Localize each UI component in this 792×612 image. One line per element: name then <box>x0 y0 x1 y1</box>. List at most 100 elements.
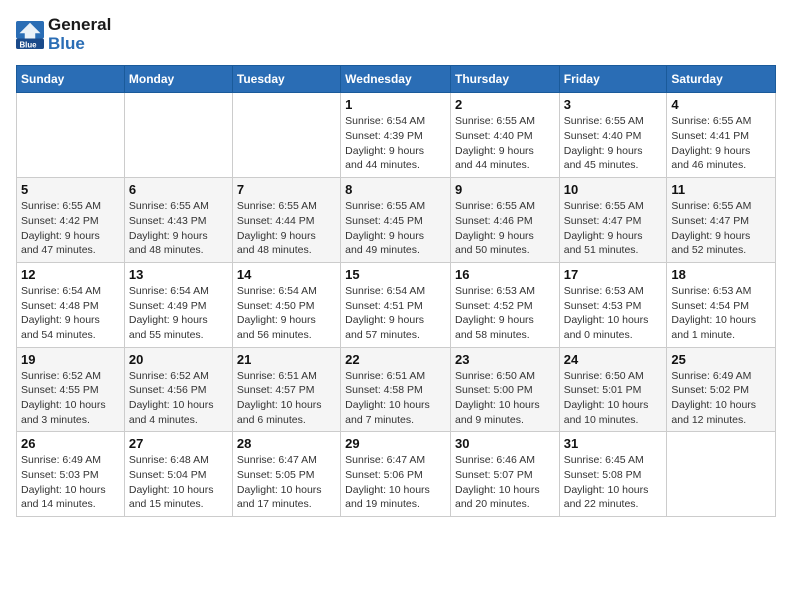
day-number: 12 <box>21 267 120 282</box>
calendar-cell: 16Sunrise: 6:53 AM Sunset: 4:52 PM Dayli… <box>450 262 559 347</box>
header-sunday: Sunday <box>17 66 125 93</box>
day-info: Sunrise: 6:55 AM Sunset: 4:46 PM Dayligh… <box>455 199 555 258</box>
day-number: 14 <box>237 267 336 282</box>
calendar-week-4: 19 Sunrise: 6:52 AM Sunset: 4:55 PM Dayli… <box>17 347 776 432</box>
day-number: 27 <box>129 436 228 451</box>
day-info: Sunrise: 6:55 AM Sunset: 4:40 PM Dayligh… <box>564 114 663 173</box>
day-info: Sunrise: 6:54 AM Sunset: 4:51 PM Dayligh… <box>345 284 446 343</box>
calendar-week-2: 5 Sunrise: 6:55 AM Sunset: 4:42 PM Daylig… <box>17 178 776 263</box>
logo-general: General <box>48 16 111 35</box>
calendar-cell: 31Sunrise: 6:45 AM Sunset: 5:08 PM Dayli… <box>559 432 667 517</box>
calendar-week-5: 26 Sunrise: 6:49 AM Sunset: 5:03 PM Dayli… <box>17 432 776 517</box>
calendar-cell <box>124 93 232 178</box>
day-info: Sunrise: 6:55 AM Sunset: 4:47 PM Dayligh… <box>671 199 771 258</box>
day-number: 30 <box>455 436 555 451</box>
svg-text:Blue: Blue <box>20 40 38 49</box>
day-number: 18 <box>671 267 771 282</box>
day-number: 8 <box>345 182 446 197</box>
day-info: Sunrise: 6:55 AM Sunset: 4:45 PM Dayligh… <box>345 199 446 258</box>
day-info: Sunrise: 6:53 AM Sunset: 4:53 PM Dayligh… <box>564 284 663 343</box>
header-saturday: Saturday <box>667 66 776 93</box>
calendar-cell: 5 Sunrise: 6:55 AM Sunset: 4:42 PM Daylig… <box>17 178 125 263</box>
calendar-cell: 21 Sunrise: 6:51 AM Sunset: 4:57 PM Dayli… <box>232 347 340 432</box>
day-number: 25 <box>671 352 771 367</box>
calendar-cell <box>17 93 125 178</box>
day-number: 11 <box>671 182 771 197</box>
day-number: 17 <box>564 267 663 282</box>
header-thursday: Thursday <box>450 66 559 93</box>
calendar-week-3: 12 Sunrise: 6:54 AM Sunset: 4:48 PM Dayli… <box>17 262 776 347</box>
day-info: Sunrise: 6:46 AM Sunset: 5:07 PM Dayligh… <box>455 453 555 512</box>
calendar-cell: 18 Sunrise: 6:53 AM Sunset: 4:54 PM Dayli… <box>667 262 776 347</box>
header-wednesday: Wednesday <box>341 66 451 93</box>
day-info: Sunrise: 6:52 AM Sunset: 4:55 PM Dayligh… <box>21 369 120 428</box>
calendar-cell: 1 Sunrise: 6:54 AM Sunset: 4:39 PM Daylig… <box>341 93 451 178</box>
calendar-cell: 15 Sunrise: 6:54 AM Sunset: 4:51 PM Dayli… <box>341 262 451 347</box>
day-info: Sunrise: 6:55 AM Sunset: 4:44 PM Dayligh… <box>237 199 336 258</box>
day-info: Sunrise: 6:54 AM Sunset: 4:50 PM Dayligh… <box>237 284 336 343</box>
day-number: 13 <box>129 267 228 282</box>
day-number: 16 <box>455 267 555 282</box>
day-number: 22 <box>345 352 446 367</box>
calendar-cell: 20 Sunrise: 6:52 AM Sunset: 4:56 PM Dayli… <box>124 347 232 432</box>
calendar-cell: 19 Sunrise: 6:52 AM Sunset: 4:55 PM Dayli… <box>17 347 125 432</box>
day-number: 28 <box>237 436 336 451</box>
calendar-cell: 13Sunrise: 6:54 AM Sunset: 4:49 PM Dayli… <box>124 262 232 347</box>
day-info: Sunrise: 6:54 AM Sunset: 4:39 PM Dayligh… <box>345 114 446 173</box>
calendar-cell: 22Sunrise: 6:51 AM Sunset: 4:58 PM Dayli… <box>341 347 451 432</box>
calendar-week-1: 1 Sunrise: 6:54 AM Sunset: 4:39 PM Daylig… <box>17 93 776 178</box>
calendar-cell: 23 Sunrise: 6:50 AM Sunset: 5:00 PM Dayli… <box>450 347 559 432</box>
logo: Blue General Blue <box>16 16 111 53</box>
day-number: 6 <box>129 182 228 197</box>
day-info: Sunrise: 6:55 AM Sunset: 4:43 PM Dayligh… <box>129 199 228 258</box>
day-number: 15 <box>345 267 446 282</box>
day-number: 24 <box>564 352 663 367</box>
day-info: Sunrise: 6:48 AM Sunset: 5:04 PM Dayligh… <box>129 453 228 512</box>
day-number: 19 <box>21 352 120 367</box>
day-number: 4 <box>671 97 771 112</box>
day-info: Sunrise: 6:50 AM Sunset: 5:00 PM Dayligh… <box>455 369 555 428</box>
calendar-cell: 8 Sunrise: 6:55 AM Sunset: 4:45 PM Daylig… <box>341 178 451 263</box>
calendar-cell: 17 Sunrise: 6:53 AM Sunset: 4:53 PM Dayli… <box>559 262 667 347</box>
day-number: 10 <box>564 182 663 197</box>
day-number: 5 <box>21 182 120 197</box>
day-info: Sunrise: 6:54 AM Sunset: 4:48 PM Dayligh… <box>21 284 120 343</box>
calendar-header-row: SundayMondayTuesdayWednesdayThursdayFrid… <box>17 66 776 93</box>
day-info: Sunrise: 6:47 AM Sunset: 5:06 PM Dayligh… <box>345 453 446 512</box>
calendar-table: SundayMondayTuesdayWednesdayThursdayFrid… <box>16 65 776 517</box>
header-monday: Monday <box>124 66 232 93</box>
calendar-cell: 10 Sunrise: 6:55 AM Sunset: 4:47 PM Dayli… <box>559 178 667 263</box>
day-info: Sunrise: 6:52 AM Sunset: 4:56 PM Dayligh… <box>129 369 228 428</box>
day-info: Sunrise: 6:55 AM Sunset: 4:41 PM Dayligh… <box>671 114 771 173</box>
day-info: Sunrise: 6:51 AM Sunset: 4:57 PM Dayligh… <box>237 369 336 428</box>
calendar-body: 1 Sunrise: 6:54 AM Sunset: 4:39 PM Daylig… <box>17 93 776 517</box>
day-info: Sunrise: 6:49 AM Sunset: 5:03 PM Dayligh… <box>21 453 120 512</box>
calendar-cell: 4 Sunrise: 6:55 AM Sunset: 4:41 PM Daylig… <box>667 93 776 178</box>
calendar-cell: 7 Sunrise: 6:55 AM Sunset: 4:44 PM Daylig… <box>232 178 340 263</box>
day-info: Sunrise: 6:55 AM Sunset: 4:42 PM Dayligh… <box>21 199 120 258</box>
day-info: Sunrise: 6:53 AM Sunset: 4:54 PM Dayligh… <box>671 284 771 343</box>
day-number: 23 <box>455 352 555 367</box>
calendar-cell: 14 Sunrise: 6:54 AM Sunset: 4:50 PM Dayli… <box>232 262 340 347</box>
day-number: 2 <box>455 97 555 112</box>
page-header: Blue General Blue <box>16 16 776 53</box>
calendar-cell: 30 Sunrise: 6:46 AM Sunset: 5:07 PM Dayli… <box>450 432 559 517</box>
calendar-cell <box>232 93 340 178</box>
calendar-cell: 27 Sunrise: 6:48 AM Sunset: 5:04 PM Dayli… <box>124 432 232 517</box>
day-number: 1 <box>345 97 446 112</box>
day-info: Sunrise: 6:55 AM Sunset: 4:40 PM Dayligh… <box>455 114 555 173</box>
calendar-cell: 25Sunrise: 6:49 AM Sunset: 5:02 PM Dayli… <box>667 347 776 432</box>
day-number: 3 <box>564 97 663 112</box>
calendar-cell: 26 Sunrise: 6:49 AM Sunset: 5:03 PM Dayli… <box>17 432 125 517</box>
day-number: 9 <box>455 182 555 197</box>
day-number: 21 <box>237 352 336 367</box>
day-info: Sunrise: 6:50 AM Sunset: 5:01 PM Dayligh… <box>564 369 663 428</box>
day-info: Sunrise: 6:55 AM Sunset: 4:47 PM Dayligh… <box>564 199 663 258</box>
calendar-cell: 3 Sunrise: 6:55 AM Sunset: 4:40 PM Daylig… <box>559 93 667 178</box>
calendar-cell: 12 Sunrise: 6:54 AM Sunset: 4:48 PM Dayli… <box>17 262 125 347</box>
day-number: 20 <box>129 352 228 367</box>
calendar-cell: 29Sunrise: 6:47 AM Sunset: 5:06 PM Dayli… <box>341 432 451 517</box>
day-number: 7 <box>237 182 336 197</box>
day-number: 26 <box>21 436 120 451</box>
day-info: Sunrise: 6:45 AM Sunset: 5:08 PM Dayligh… <box>564 453 663 512</box>
